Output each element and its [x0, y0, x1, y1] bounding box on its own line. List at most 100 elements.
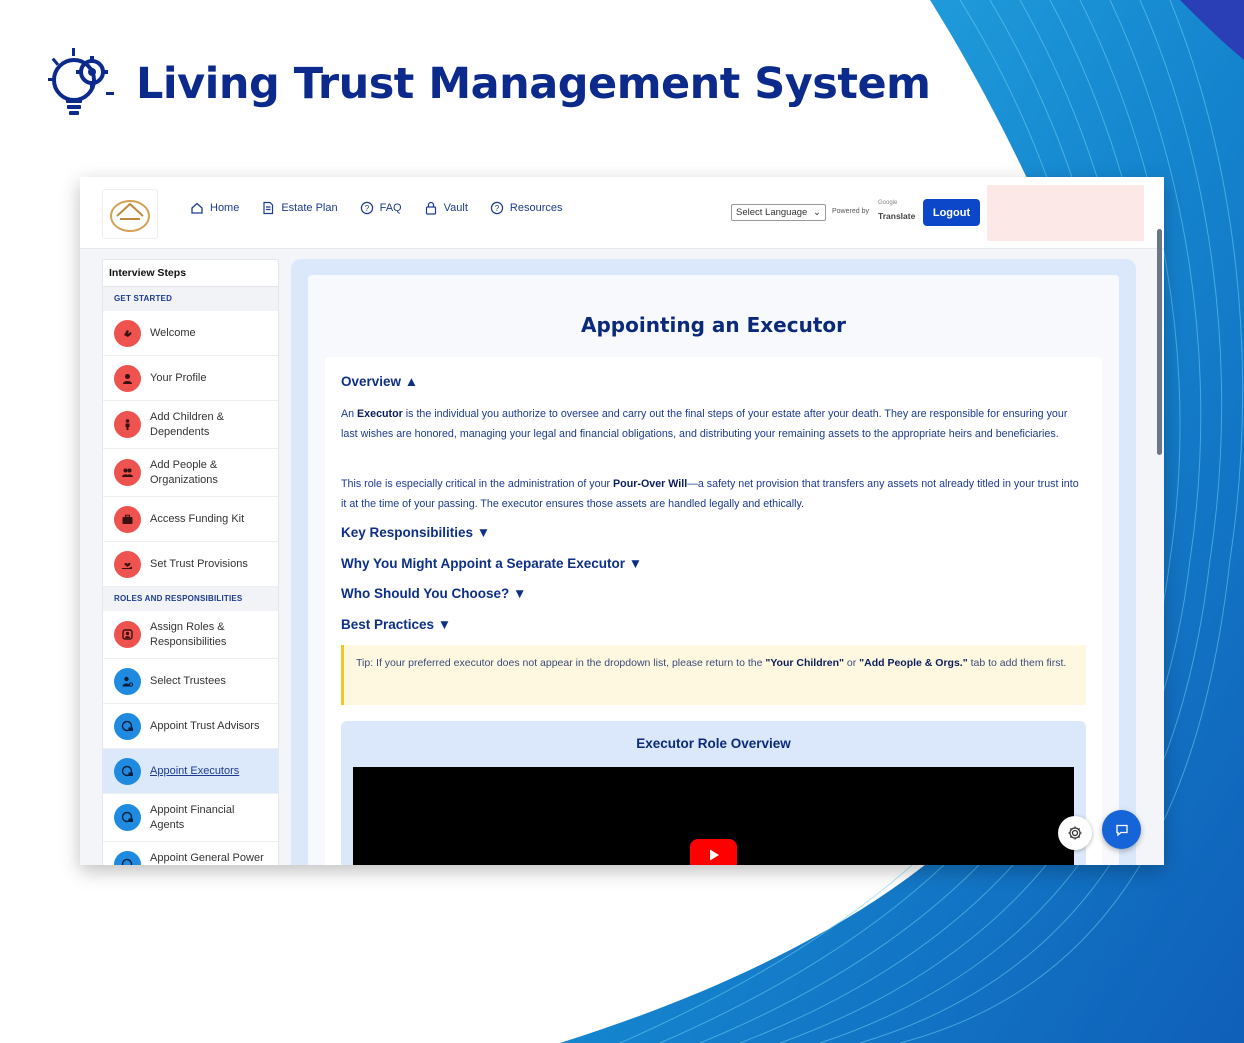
sidebar-item-appoint-trust-advisors[interactable]: Appoint Trust Advisors — [103, 704, 278, 749]
sidebar-item-label: Appoint General Power — [150, 852, 264, 864]
sidebar-item-label: Add Children & Dependents — [150, 410, 224, 438]
hand-heart-icon — [114, 550, 141, 578]
main-panel: Appointing an Executor Overview ▲ An Exe… — [291, 259, 1136, 865]
nav-resources[interactable]: ? Resources — [490, 201, 563, 215]
settings-gear-icon[interactable] — [1058, 816, 1092, 850]
sidebar-title: Interview Steps — [103, 260, 278, 287]
nav-home[interactable]: Home — [190, 201, 239, 215]
app-logo[interactable] — [102, 189, 158, 239]
sidebar-item-label: Appoint Executors — [150, 764, 240, 777]
banner-title: Living Trust Management System — [136, 59, 931, 109]
text-span: An — [341, 408, 358, 420]
document-icon — [263, 201, 274, 215]
overview-toggle[interactable]: Overview ▲ — [341, 374, 418, 389]
your-children-term: "Your Children" — [765, 657, 844, 669]
roles-icon — [114, 621, 141, 648]
sidebar-section-roles: ROLES AND RESPONSIBILITIES — [103, 587, 278, 611]
sidebar-item-label: Access Funding Kit — [150, 512, 245, 525]
nav-estate-plan[interactable]: Estate Plan — [261, 201, 338, 215]
language-select-value: Select Language — [736, 207, 808, 218]
page-title: Appointing an Executor — [581, 313, 846, 337]
sidebar-item-select-trustees[interactable]: Select Trustees — [103, 659, 278, 704]
sidebar-item-label: Assign Roles & Responsibilities — [150, 620, 227, 648]
child-icon — [114, 411, 141, 438]
question-icon: ? — [490, 201, 504, 215]
lightbulb-gear-logo-icon — [48, 48, 114, 115]
google-label: Google — [878, 200, 898, 206]
people-icon — [114, 459, 141, 486]
banner: Living Trust Management System — [44, 44, 931, 124]
content-card: Overview ▲ An Executor is the individual… — [325, 357, 1102, 865]
nav-faq[interactable]: ? FAQ — [360, 201, 402, 215]
sidebar-item-label: Select Trustees — [150, 674, 226, 687]
ad-placeholder — [987, 185, 1144, 241]
video-player[interactable] — [353, 767, 1074, 865]
powered-by-label: Powered by — [832, 208, 869, 215]
executor-term: Executor — [357, 408, 403, 420]
sidebar-item-set-trust-provisions[interactable]: Set Trust Provisions — [103, 542, 278, 587]
sidebar-item-assign-roles[interactable]: Assign Roles & Responsibilities — [103, 611, 278, 659]
sidebar-section-get-started: GET STARTED — [103, 287, 278, 311]
sidebar-item-label: Appoint Financial Agents — [150, 803, 235, 831]
sidebar-item-label: Set Trust Provisions — [150, 557, 248, 570]
sidebar-item-add-children[interactable]: Add Children & Dependents — [103, 401, 278, 449]
overview-paragraph-1: An Executor is the individual you author… — [341, 404, 1086, 444]
sidebar-item-label: Your Profile — [150, 371, 207, 384]
user-badge-icon — [114, 712, 141, 740]
top-navigation-bar: Home Estate Plan ? FAQ Vault ? Resources… — [80, 177, 1164, 249]
language-select[interactable]: Select Language ⌄ — [731, 204, 826, 221]
house-logo-icon — [110, 200, 150, 232]
sidebar-item-access-funding-kit[interactable]: Access Funding Kit — [103, 497, 278, 542]
lock-icon — [425, 201, 436, 215]
main-nav: Home Estate Plan ? FAQ Vault ? Resources — [190, 201, 562, 215]
sidebar-item-welcome[interactable]: Welcome — [103, 311, 278, 356]
video-section: Executor Role Overview — [341, 721, 1086, 865]
translate-label: Translate — [878, 211, 916, 221]
user-badge-icon — [114, 851, 141, 865]
youtube-play-icon[interactable] — [690, 839, 737, 865]
question-icon: ? — [360, 201, 373, 215]
add-people-term: "Add People & Orgs." — [859, 657, 968, 669]
text-span: tab to add them first. — [967, 657, 1067, 669]
app-window: Home Estate Plan ? FAQ Vault ? Resources… — [80, 177, 1164, 865]
nav-vault-label: Vault — [443, 202, 468, 214]
sidebar-item-add-people[interactable]: Add People & Organizations — [103, 449, 278, 497]
user-key-icon — [114, 667, 141, 695]
pour-over-will-term: Pour-Over Will — [613, 478, 688, 490]
hand-wave-icon — [114, 319, 141, 347]
user-badge-icon — [114, 804, 141, 831]
nav-resources-label: Resources — [509, 202, 563, 214]
tip-callout: Tip: If your preferred executor does not… — [341, 645, 1086, 705]
sidebar-item-label: Welcome — [150, 326, 196, 339]
interview-steps-sidebar: Interview Steps GET STARTED Welcome Your… — [102, 259, 279, 865]
text-span: is the individual you authorize to overs… — [341, 408, 1068, 440]
nav-vault[interactable]: Vault — [424, 201, 468, 215]
logout-button[interactable]: Logout — [923, 199, 980, 226]
sidebar-item-appoint-executors[interactable]: Appoint Executors — [103, 749, 278, 794]
who-to-choose-toggle[interactable]: Who Should You Choose? ▼ — [341, 586, 526, 601]
video-title: Executor Role Overview — [636, 736, 791, 751]
chat-bubble-icon[interactable] — [1102, 810, 1141, 849]
key-responsibilities-toggle[interactable]: Key Responsibilities ▼ — [341, 525, 490, 540]
overview-paragraph-2: This role is especially critical in the … — [341, 474, 1086, 514]
user-badge-icon — [114, 757, 141, 785]
home-icon — [191, 202, 203, 214]
sidebar-item-appoint-financial-agents[interactable]: Appoint Financial Agents — [103, 794, 278, 842]
nav-estate-plan-label: Estate Plan — [281, 202, 338, 214]
nav-faq-label: FAQ — [379, 202, 402, 214]
sidebar-item-appoint-general-power[interactable]: Appoint General Power — [103, 842, 278, 865]
nav-home-label: Home — [210, 202, 240, 214]
user-icon — [114, 364, 141, 392]
sidebar-item-your-profile[interactable]: Your Profile — [103, 356, 278, 401]
main-card: Appointing an Executor Overview ▲ An Exe… — [308, 275, 1119, 865]
sidebar-item-label: Appoint Trust Advisors — [150, 719, 260, 732]
svg-text:?: ? — [495, 204, 500, 213]
separate-executor-toggle[interactable]: Why You Might Appoint a Separate Executo… — [341, 556, 642, 571]
text-span: or — [843, 657, 860, 669]
briefcase-icon — [114, 505, 141, 533]
sidebar-item-label: Add People & Organizations — [150, 458, 218, 486]
best-practices-toggle[interactable]: Best Practices ▼ — [341, 617, 451, 632]
chevron-down-icon: ⌄ — [813, 207, 821, 218]
scrollbar[interactable] — [1157, 229, 1162, 455]
svg-text:?: ? — [364, 204, 369, 213]
